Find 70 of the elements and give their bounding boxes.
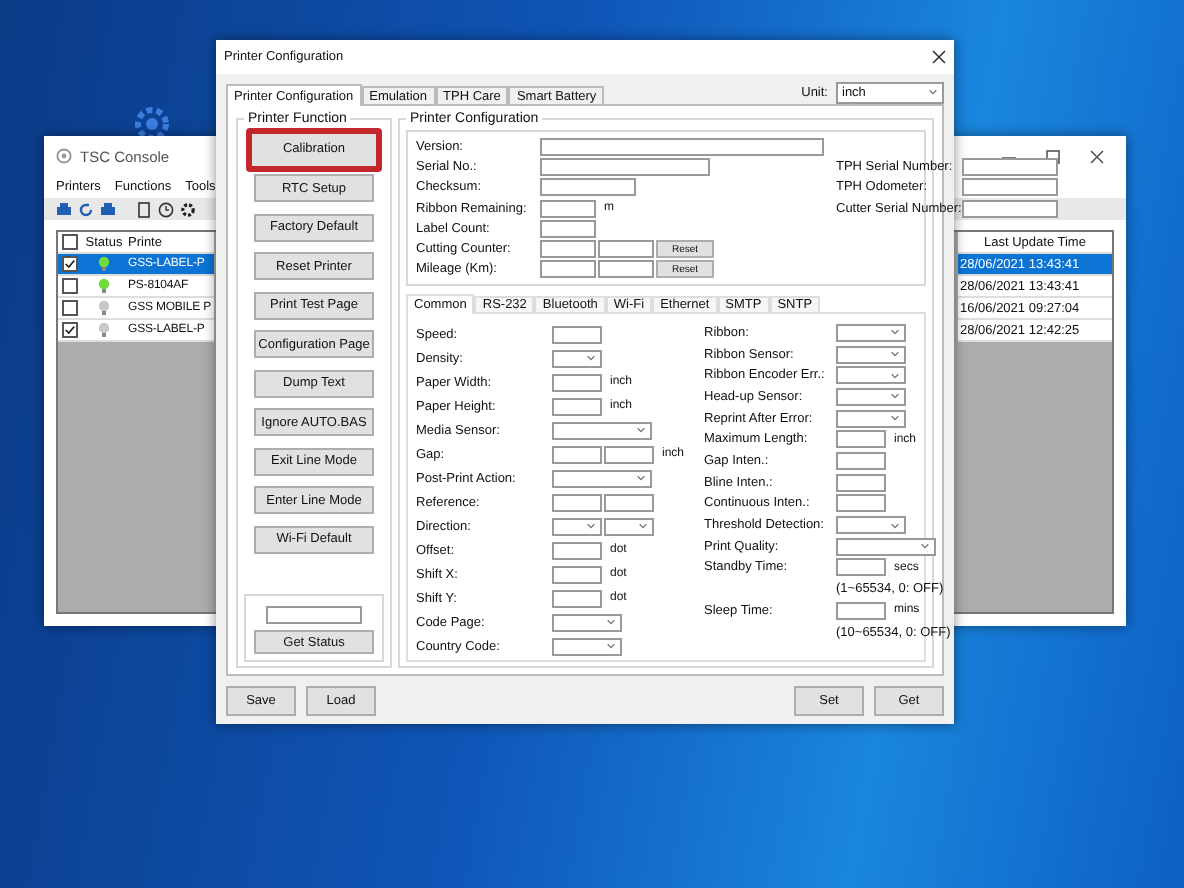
app-icon [56, 148, 72, 164]
close-icon[interactable] [1088, 147, 1106, 165]
dropdown[interactable] [552, 637, 622, 656]
clock-icon[interactable] [158, 201, 174, 217]
text-field[interactable] [836, 494, 886, 513]
dropdown[interactable] [836, 409, 906, 428]
text-field[interactable] [540, 219, 596, 238]
dropdown[interactable] [836, 323, 906, 342]
gear-icon[interactable] [180, 201, 196, 217]
caret-icon [890, 350, 900, 359]
caret-icon [636, 474, 646, 483]
text-field[interactable] [540, 157, 710, 176]
printer-icon[interactable] [100, 201, 116, 217]
text-field[interactable] [552, 397, 602, 416]
text-field[interactable] [552, 589, 602, 608]
dropdown[interactable] [552, 421, 652, 440]
caret-icon [928, 88, 938, 96]
dropdown[interactable] [836, 366, 906, 385]
text-field[interactable] [961, 178, 1058, 197]
text-field[interactable] [552, 541, 602, 560]
caret-icon [606, 642, 616, 651]
text-field[interactable] [836, 452, 886, 471]
caret-icon [890, 414, 900, 423]
text-field[interactable] [836, 430, 886, 449]
caret-icon [890, 371, 900, 380]
text-field[interactable] [598, 260, 654, 279]
caret-icon [920, 542, 930, 551]
text-field[interactable] [552, 565, 602, 584]
dropdown[interactable] [552, 613, 622, 632]
dropdown[interactable] [552, 517, 602, 536]
caret-icon [890, 328, 900, 337]
text-field[interactable] [552, 325, 602, 344]
text-field[interactable] [540, 260, 596, 279]
checkbox[interactable] [62, 256, 78, 272]
text-field[interactable] [836, 601, 886, 620]
printer-icon[interactable] [56, 201, 72, 217]
dropdown[interactable] [552, 469, 652, 488]
text-field[interactable] [552, 445, 602, 464]
text-field[interactable] [604, 445, 654, 464]
text-field[interactable] [540, 178, 636, 197]
checkbox[interactable] [62, 322, 78, 338]
checkbox[interactable] [62, 234, 78, 250]
caret-icon [890, 521, 900, 530]
text-field[interactable] [836, 558, 886, 577]
caret-icon [636, 426, 646, 435]
caret-icon [638, 522, 648, 531]
checkbox[interactable] [62, 300, 78, 316]
caret-icon [606, 618, 616, 627]
text-field[interactable] [598, 240, 654, 259]
caret-icon [586, 354, 596, 363]
text-field[interactable] [552, 493, 602, 512]
text-field[interactable] [540, 199, 596, 218]
text-field[interactable] [836, 473, 886, 492]
caret-icon [890, 392, 900, 401]
text-field[interactable] [540, 240, 596, 259]
caret-icon [586, 522, 596, 531]
text-field[interactable] [552, 373, 602, 392]
dropdown[interactable] [552, 349, 602, 368]
status-field[interactable] [266, 606, 362, 624]
text-field[interactable] [604, 493, 654, 512]
refresh-icon[interactable] [78, 201, 94, 217]
dropdown[interactable] [836, 516, 906, 535]
document-icon[interactable] [136, 201, 152, 217]
dropdown[interactable] [836, 345, 906, 364]
dropdown[interactable] [836, 537, 936, 556]
text-field[interactable] [540, 137, 824, 156]
dropdown[interactable] [604, 517, 654, 536]
checkbox[interactable] [62, 278, 78, 294]
dropdown[interactable] [836, 387, 906, 406]
close-icon[interactable] [932, 50, 946, 64]
